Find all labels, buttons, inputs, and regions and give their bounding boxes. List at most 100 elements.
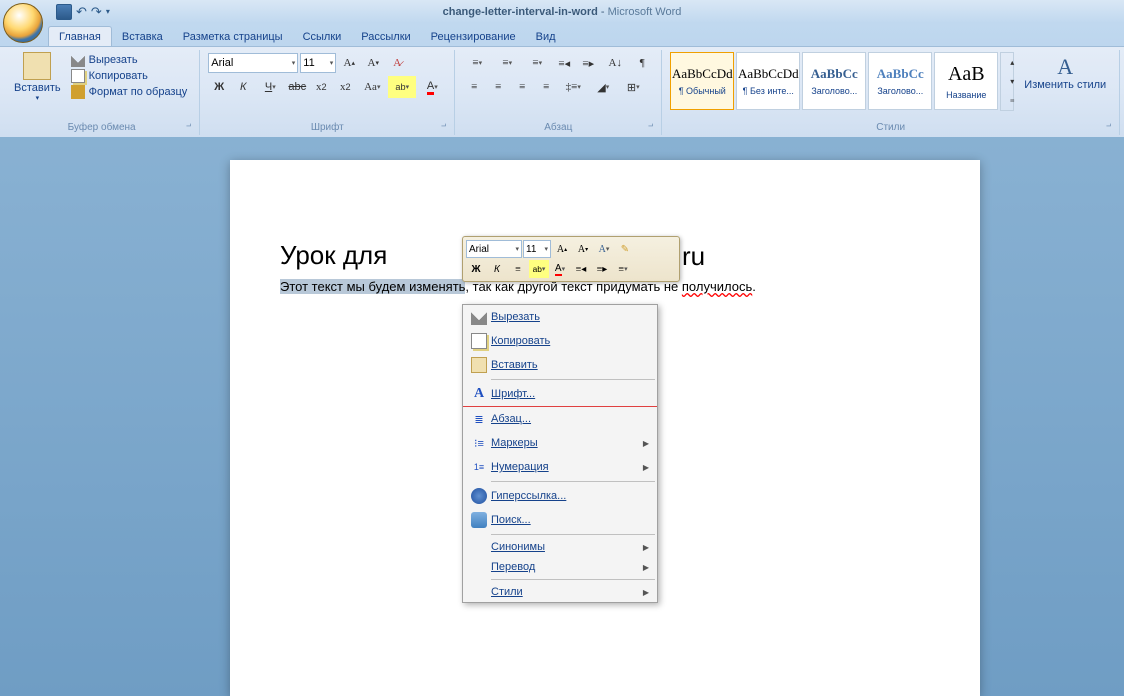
cm-search[interactable]: Поиск... [463,508,657,532]
cm-numbering[interactable]: 1≡Нумерация▶ [463,455,657,479]
group-label-styles: Стили [668,120,1113,135]
mini-center[interactable]: ≡ [508,260,528,278]
tab-insert[interactable]: Вставка [112,27,173,46]
cm-styles[interactable]: Стили▶ [463,582,657,602]
office-button[interactable] [3,3,43,43]
dec-indent-button[interactable]: ≡◂ [553,52,575,74]
align-center-button[interactable]: ≡ [487,76,509,98]
qat-dropdown-icon[interactable]: ▾ [106,7,110,16]
mini-grow-font[interactable]: A▴ [552,240,572,258]
cm-bullets[interactable]: ⁝≡Маркеры▶ [463,431,657,455]
cm-font[interactable]: AШрифт... [463,382,657,406]
mini-shrink-font[interactable]: A▾ [573,240,593,258]
undo-icon[interactable]: ↶ [76,4,87,20]
inc-indent-button[interactable]: ≡▸ [577,52,599,74]
redo-icon[interactable]: ↷ [91,4,102,20]
font-size-select[interactable]: 11▾ [300,53,336,73]
superscript-button[interactable]: x2 [334,76,356,98]
paragraph-icon: ≣ [471,411,487,427]
cm-separator [491,579,655,580]
style-heading1[interactable]: AaBbCcЗаголово... [802,52,866,110]
mini-dec-indent[interactable]: ≡◂ [571,260,591,278]
align-left-button[interactable]: ≡ [463,76,485,98]
submenu-arrow-icon: ▶ [643,439,649,448]
numbering-button[interactable]: ≡ ▾ [493,52,521,74]
cm-paste[interactable]: Вставить [463,353,657,377]
save-icon[interactable] [56,4,72,20]
strike-button[interactable]: abc [286,76,308,98]
quick-access-toolbar: ↶ ↷ ▾ [48,4,118,20]
tab-home[interactable]: Главная [48,26,112,46]
style-heading2[interactable]: AaBbCcЗаголово... [868,52,932,110]
tab-mailings[interactable]: Рассылки [351,27,420,46]
numbering-icon: 1≡ [471,459,487,475]
cm-translate[interactable]: Перевод▶ [463,557,657,577]
tab-review[interactable]: Рецензирование [421,27,526,46]
mini-bold[interactable]: Ж [466,260,486,278]
cm-paragraph[interactable]: ≣Абзац... [463,407,657,431]
font-name-select[interactable]: Arial▾ [208,53,298,73]
underline-button[interactable]: Ч ▾ [256,76,284,98]
justify-button[interactable]: ≡ [535,76,557,98]
doc-name: change-letter-interval-in-word [443,6,598,18]
line-spacing-button[interactable]: ‡≡ ▾ [559,76,587,98]
grow-font-button[interactable]: A▴ [338,52,360,74]
mini-italic[interactable]: К [487,260,507,278]
cm-synonyms[interactable]: Синонимы▶ [463,537,657,557]
app-name: Microsoft Word [608,6,682,18]
shrink-font-button[interactable]: A▾ [362,52,384,74]
brush-icon [71,85,85,99]
window-title: change-letter-interval-in-word - Microso… [443,6,682,18]
paste-icon [471,357,487,373]
change-case-button[interactable]: Aa ▾ [358,76,386,98]
bullets-button[interactable]: ≡ ▾ [463,52,491,74]
mini-format-painter[interactable]: ✎ [615,240,635,258]
mini-styles[interactable]: A▾ [594,240,614,258]
borders-button[interactable]: ⊞ ▾ [619,76,647,98]
submenu-arrow-icon: ▶ [643,563,649,572]
highlight-button[interactable]: ab ▾ [388,76,416,98]
cm-separator [491,379,655,380]
multilevel-button[interactable]: ≡ ▾ [523,52,551,74]
mini-highlight[interactable]: ab▾ [529,260,549,278]
hyperlink-icon [471,488,487,504]
cut-button[interactable]: Вырезать [69,52,190,68]
mini-size-select[interactable]: 11▾ [523,240,551,258]
search-icon [471,512,487,528]
cm-hyperlink[interactable]: Гиперссылка... [463,484,657,508]
style-title[interactable]: AaBНазвание [934,52,998,110]
mini-inc-indent[interactable]: ≡▸ [592,260,612,278]
format-painter-button[interactable]: Формат по образцу [69,84,190,100]
tab-layout[interactable]: Разметка страницы [173,27,293,46]
style-normal[interactable]: AaBbCcDd¶ Обычный [670,52,734,110]
italic-button[interactable]: К [232,76,254,98]
mini-font-select[interactable]: Arial▾ [466,240,522,258]
cm-cut[interactable]: Вырезать [463,305,657,329]
selected-text: Этот текст мы будем изменять [280,279,465,294]
shading-button[interactable]: ◢ ▾ [589,76,617,98]
mini-bullets[interactable]: ≡▾ [613,260,633,278]
style-no-spacing[interactable]: AaBbCcDd¶ Без инте... [736,52,800,110]
ribbon: Вставить ▾ Вырезать Копировать Формат по… [0,46,1124,137]
paste-button[interactable]: Вставить ▾ [10,50,65,104]
cut-icon [71,53,85,67]
group-paragraph: ≡ ▾ ≡ ▾ ≡ ▾ ≡◂ ≡▸ A↓ ¶ ≡ ≡ ≡ ≡ ‡≡ ▾ ◢ ▾ … [455,50,662,135]
tab-references[interactable]: Ссылки [293,27,352,46]
bullets-icon: ⁝≡ [471,435,487,451]
align-right-button[interactable]: ≡ [511,76,533,98]
bold-button[interactable]: Ж [208,76,230,98]
sort-button[interactable]: A↓ [601,52,629,74]
context-menu: Вырезать Копировать Вставить AШрифт... ≣… [462,304,658,603]
copy-icon [71,69,85,83]
change-styles-button[interactable]: A Изменить стили [1020,52,1110,111]
tab-view[interactable]: Вид [526,27,566,46]
subscript-button[interactable]: x2 [310,76,332,98]
copy-button[interactable]: Копировать [69,68,190,84]
submenu-arrow-icon: ▶ [643,543,649,552]
show-marks-button[interactable]: ¶ [631,52,653,74]
mini-toolbar: Arial▾ 11▾ A▴ A▾ A▾ ✎ Ж К ≡ ab▾ A▾ ≡◂ ≡▸… [462,236,680,282]
mini-font-color[interactable]: A▾ [550,260,570,278]
cm-copy[interactable]: Копировать [463,329,657,353]
clear-format-button[interactable]: A̷ [386,52,408,74]
font-color-button[interactable]: A ▾ [418,76,446,98]
